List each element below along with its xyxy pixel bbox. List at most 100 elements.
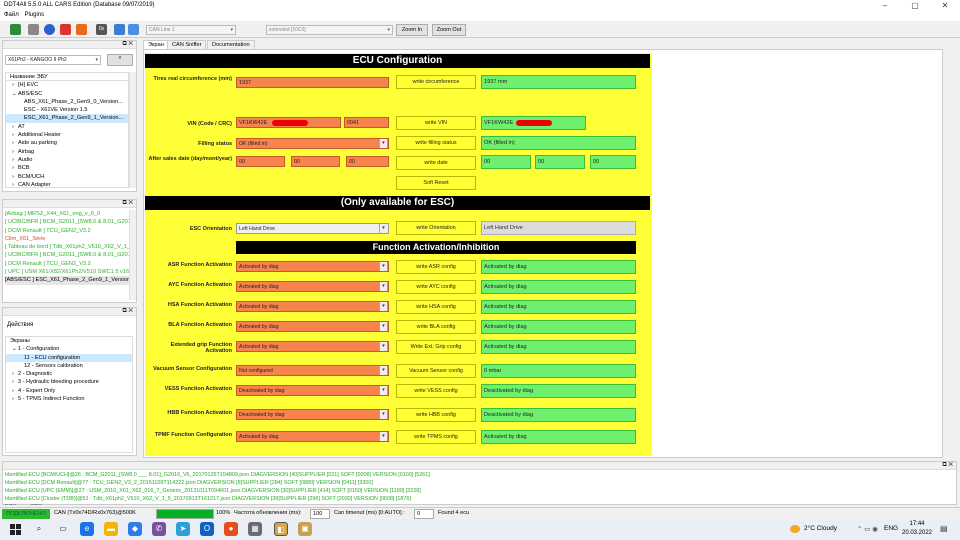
app-icon[interactable]: ● [224,522,238,536]
task-view-icon[interactable]: ▭ [56,522,70,536]
function-select[interactable]: Activated by diag [236,301,389,312]
function-write-button[interactable]: write BLA config [396,320,476,334]
screen-tree-item[interactable]: 11 - ECU configuration [6,353,132,362]
screen-tree-item[interactable]: › 4 - Expert Only [6,387,132,395]
found-ecu-item[interactable]: [ Tableau de bord ] Tdb_X61ph2_V510_X62_… [5,243,129,251]
ecu-tree-item[interactable]: ⌄ABS/ESC [6,90,128,98]
settings-icon[interactable] [28,24,39,35]
connect-icon[interactable] [10,24,21,35]
orientation-select[interactable]: Left Hand Drive [236,223,389,234]
ecu-tree-item[interactable]: ESC - X61VE Version 1.5 [6,106,128,114]
store-icon[interactable]: ◆ [128,522,142,536]
zoom-out-button[interactable]: Zoom Out [432,24,466,36]
hex-icon[interactable]: 0x [96,24,107,35]
ecu-tree-item[interactable]: › Airbag [6,148,128,156]
network-icon[interactable] [114,24,125,35]
windows-start-icon[interactable] [10,524,21,535]
search-icon[interactable]: ⌕ [32,522,46,536]
vehicle-search-button[interactable]: ⌕ [107,54,133,66]
app-icon[interactable]: ▣ [298,522,312,536]
tab-documentation[interactable]: Documentation [207,40,255,49]
ecu-tree-item[interactable]: › BCB [6,164,128,172]
function-select[interactable]: Activated by diag [236,281,389,292]
vin-crc-input[interactable]: 0041 [344,117,389,128]
function-write-button[interactable]: Write Ext. Grip config [396,340,476,354]
screen-tree-item[interactable]: 12 - Sensors calibration [6,362,132,370]
outlook-icon[interactable]: O [200,522,214,536]
ecu-tree-scrollbar[interactable] [129,72,136,188]
date-day-input[interactable]: 00 [236,156,285,167]
edge-icon[interactable]: e [80,522,94,536]
calculator-icon[interactable]: ▦ [248,522,262,536]
stop-icon[interactable] [44,24,55,35]
date-month-input[interactable]: 00 [291,156,340,167]
screen-tree-item[interactable]: › 5 - TPMS Indirect Function [6,395,132,403]
filling-select[interactable]: OK (filled in) [236,138,389,149]
heart-icon[interactable] [76,24,87,35]
ecu-tree-item[interactable]: ABS_X61_Phase_2_Gen9_0_Version... [6,98,128,106]
found-ecu-item[interactable]: [ UPC ] USM X61/X82/X61Ph2/V510 SWC1 5 v… [5,268,129,276]
minimize-button[interactable]: – [870,0,900,12]
ecu-tree-item[interactable]: › CAN Adapter [6,181,128,187]
refresh-input[interactable]: 100 [310,509,330,519]
tab-screen[interactable]: Экран [143,40,169,49]
function-select[interactable]: Activated by diag [236,261,389,272]
write-filling-button[interactable]: write filling status [396,136,476,150]
weather-text[interactable]: 2°C Cloudy [804,525,837,532]
function-select[interactable]: Not configured [236,365,389,376]
viber-icon[interactable]: ✆ [152,522,166,536]
telegram-icon[interactable]: ➤ [176,522,190,536]
ecu-tree-item[interactable]: › Audio [6,156,128,164]
function-write-button[interactable]: write TPMS config [396,430,476,444]
soft-reset-button[interactable]: Soft Reset [396,176,476,190]
close-button[interactable]: ✕ [930,0,960,12]
write-orientation-button[interactable]: write Orientation [396,221,476,235]
screen-tree-item[interactable]: › 2 - Diagnostic [6,370,132,378]
clock-date[interactable]: 20.03.2022 [901,530,933,536]
found-ecu-item[interactable]: [ UCBIC/BFR ] BCM_G2011_[SW8.0 & 8.01_G2… [5,218,129,226]
found-ecu-item[interactable]: [ABS/ESC ] ESC_X61_Phase_2_Gen9_1_Versio… [5,276,129,285]
menu-plugins[interactable]: Plugins [24,12,44,18]
ecu-tree-item[interactable]: › AT [6,123,128,131]
function-write-button[interactable]: write VESS config [396,384,476,398]
function-write-button[interactable]: Vacuum Sensor config [396,364,476,378]
ecu-tree-item[interactable]: › [H] EVC [6,81,128,89]
session-select[interactable]: extended [10C0] [266,25,393,35]
function-select[interactable]: Deactivated by diag [236,409,389,420]
ecu-tree-item[interactable]: › Aide au parking [6,139,128,147]
function-select[interactable]: Deactivated by diag [236,385,389,396]
timeout-input[interactable]: 0 [414,509,434,519]
screen-tree-item[interactable]: › 3 - Hydraulic bleeding procedure [6,378,132,386]
ddt4all-icon[interactable]: ◧ [274,522,288,536]
function-write-button[interactable]: write AYC config [396,280,476,294]
write-vin-button[interactable]: write VIN [396,116,476,130]
ecu-tree-item[interactable]: ESC_X61_Phase_2_Gen9_1_Version... [6,114,128,123]
vehicle-select[interactable]: X61Ph2 - KANGOO II Ph2 [5,55,101,65]
function-write-button[interactable]: write HSA config [396,300,476,314]
function-select[interactable]: Activated by diag [236,431,389,442]
tools-icon[interactable] [128,24,139,35]
menu-file[interactable]: Файл [4,12,19,18]
can-line-select[interactable]: CAN Line 1 [146,25,236,35]
found-ecu-item[interactable]: [ UCBIC/BFR ] BCM_G2011_[SW8.0 & 8.01_G2… [5,251,129,259]
folder-icon[interactable]: ▬ [104,522,118,536]
found-ecu-item[interactable]: [ DCM Renault ] TCU_GEN2_V3.2 [5,227,129,235]
function-select[interactable]: Activated by diag [236,341,389,352]
function-write-button[interactable]: write ASR config [396,260,476,274]
ecu-tree-item[interactable]: › Additional Heater [6,131,128,139]
found-ecu-item[interactable]: Clim_X61_Série [5,235,129,243]
found-list-scrollbar[interactable] [129,210,136,300]
function-select[interactable]: Activated by diag [236,321,389,332]
date-year-input[interactable]: 00 [346,156,389,167]
maximize-button[interactable]: ▢ [900,0,930,12]
found-ecu-item[interactable]: [ DCM Renault ] TCU_GEN2_V3.2 [5,260,129,268]
clock-time[interactable]: 17:44 [903,521,931,527]
write-date-button[interactable]: write date [396,156,476,170]
ecu-tree-item[interactable]: › BCM/UCH [6,173,128,181]
found-ecu-item[interactable]: [Airbag ] MRSZ_X44_X61_eng_v_6_0 [5,210,129,218]
scan-icon[interactable] [60,24,71,35]
write-circumference-button[interactable]: write circumference [396,75,476,89]
content-scrollbar[interactable] [944,40,958,458]
function-write-button[interactable]: write HBB config [396,408,476,422]
tab-can-sniffer[interactable]: CAN Sniffer [167,40,207,49]
